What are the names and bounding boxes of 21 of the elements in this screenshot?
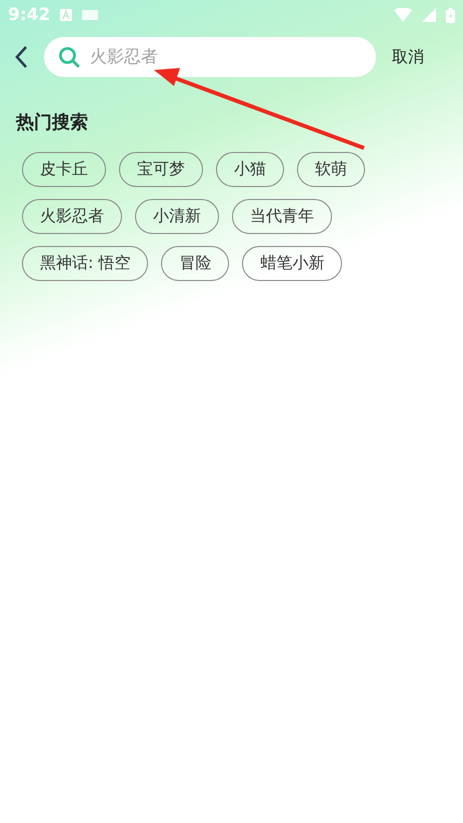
- battery-icon: [446, 8, 455, 22]
- search-tag[interactable]: 当代青年: [232, 199, 332, 234]
- back-icon[interactable]: [14, 45, 28, 69]
- search-tag[interactable]: 宝可梦: [119, 152, 203, 187]
- keyboard-indicator-icon: [60, 9, 72, 21]
- search-tag[interactable]: 黑神话: 悟空: [22, 246, 148, 281]
- keyboard-icon: [82, 10, 98, 20]
- search-tag[interactable]: 小清新: [135, 199, 219, 234]
- search-tag[interactable]: 火影忍者: [22, 199, 122, 234]
- wifi-icon: [394, 8, 412, 22]
- status-time: 9:42: [8, 5, 50, 25]
- search-tag[interactable]: 皮卡丘: [22, 152, 106, 187]
- cancel-button[interactable]: 取消: [392, 46, 424, 68]
- signal-icon: [422, 8, 436, 22]
- section-title: 热门搜索: [16, 111, 88, 134]
- search-tag[interactable]: 小猫: [216, 152, 284, 187]
- search-tag[interactable]: 蜡笔小新: [242, 246, 342, 281]
- search-tag[interactable]: 冒险: [161, 246, 230, 281]
- search-tag[interactable]: 软萌: [297, 152, 365, 187]
- search-field[interactable]: 火影忍者: [44, 37, 376, 77]
- search-icon: [58, 46, 80, 68]
